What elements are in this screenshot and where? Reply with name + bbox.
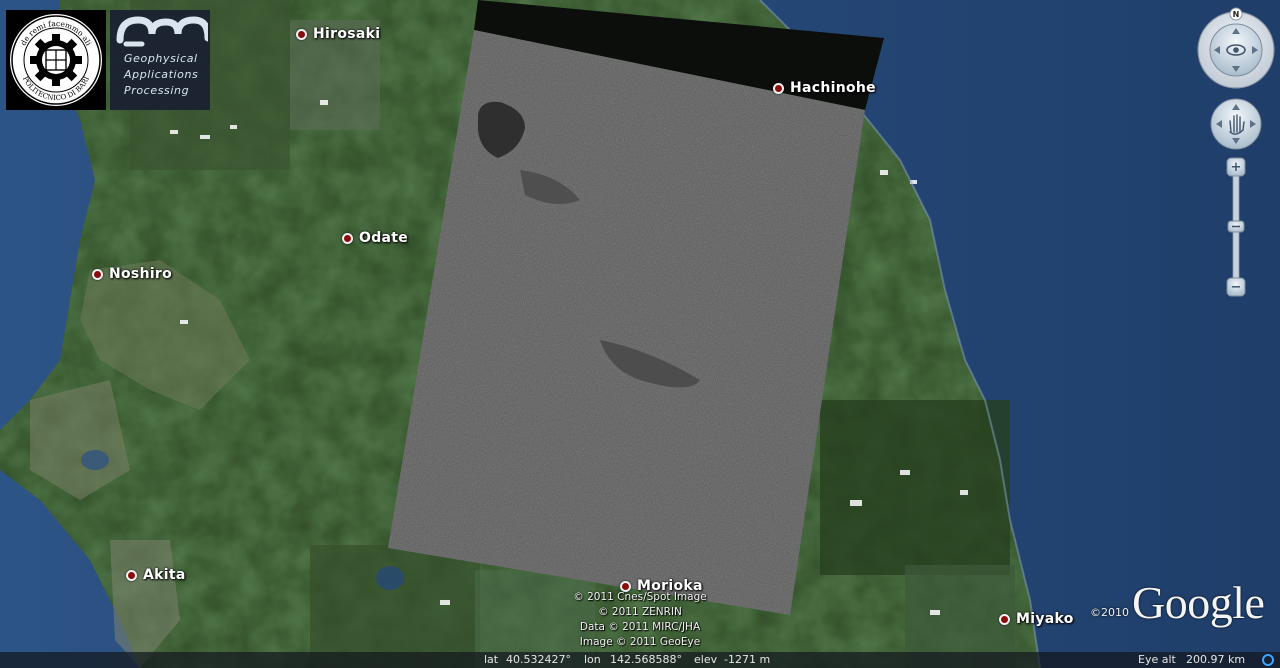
latitude-label: lat <box>484 653 499 666</box>
zoom-out-button[interactable]: − <box>1226 277 1246 297</box>
zoom-out-label: − <box>1231 280 1242 295</box>
longitude-label: lon <box>584 653 601 666</box>
zoom-in-label: + <box>1231 160 1242 175</box>
city-marker-icon <box>999 613 1010 625</box>
zoom-slider[interactable]: + − <box>1226 157 1246 297</box>
imagery-copyright: © 2011 Cnes/Spot Image © 2011 ZENRIN Dat… <box>555 590 725 650</box>
zoom-thumb[interactable] <box>1227 220 1245 233</box>
compass-north-label: N <box>1233 10 1240 19</box>
move-control[interactable] <box>1210 98 1262 150</box>
google-logo: Google <box>1132 577 1265 628</box>
copyright-line: Image © 2011 GeoEye <box>579 636 701 648</box>
gap-logo: Geophysical Applications Processing <box>110 10 210 110</box>
streaming-status-icon <box>1262 654 1274 666</box>
city-label: Odate <box>359 230 409 246</box>
copyright-line: © 2011 ZENRIN <box>598 606 682 618</box>
city-marker-noshiro[interactable]: Noshiro <box>92 266 172 282</box>
zoom-in-button[interactable]: + <box>1226 157 1246 177</box>
gap-text-line2: Applications <box>124 68 199 81</box>
lake <box>376 566 404 590</box>
city-label: Noshiro <box>109 266 173 282</box>
city-marker-icon <box>773 82 784 94</box>
poliba-logo: de remi facemmo ali POLITECNICO DI BARI <box>6 10 106 110</box>
look-control[interactable] <box>1197 11 1275 89</box>
city-marker-icon <box>342 232 353 244</box>
city-label: Hirosaki <box>313 26 381 42</box>
eye-altitude-value: 200.97 km <box>1186 653 1246 666</box>
copyright-line: Data © 2011 MIRC/JHA <box>579 621 701 633</box>
gap-text-line3: Processing <box>124 84 190 97</box>
city-marker-icon <box>126 569 137 581</box>
elevation-value: -1271 m <box>724 653 771 666</box>
imagery-patch <box>310 545 480 668</box>
status-bar: lat 40.532427° lon 142.568588° elev -127… <box>0 652 1280 668</box>
gap-text-line1: Geophysical <box>124 52 198 65</box>
city-marker-icon <box>296 28 307 40</box>
city-marker-icon <box>92 268 103 280</box>
city-label: Hachinohe <box>790 80 876 96</box>
city-label: Miyako <box>1016 611 1074 627</box>
lake <box>81 450 109 470</box>
eye-altitude-label: Eye alt <box>1138 653 1176 666</box>
compass-north-marker[interactable]: N <box>1229 7 1243 21</box>
elevation-label: elev <box>694 653 718 666</box>
copyright-line: © 2011 Cnes/Spot Image <box>573 591 707 603</box>
navigation-controls: N + − <box>1196 6 1276 306</box>
google-copyright-year: ©2010 <box>1090 606 1129 619</box>
city-marker-odate[interactable]: Odate <box>342 230 408 246</box>
imagery-patch <box>820 400 1010 575</box>
gap-wave-icon <box>116 16 208 47</box>
city-marker-hachinohe[interactable]: Hachinohe <box>773 80 876 96</box>
google-brand: ©2010 Google <box>1090 577 1265 628</box>
city-label: Akita <box>143 567 186 583</box>
latitude-value: 40.532427° <box>506 653 571 666</box>
city-marker-miyako[interactable]: Miyako <box>999 611 1074 627</box>
poliba-seal-icon: de remi facemmo ali POLITECNICO DI BARI <box>10 14 102 106</box>
city-marker-hirosaki[interactable]: Hirosaki <box>296 26 380 42</box>
longitude-value: 142.568588° <box>610 653 682 666</box>
city-marker-akita[interactable]: Akita <box>126 567 186 583</box>
